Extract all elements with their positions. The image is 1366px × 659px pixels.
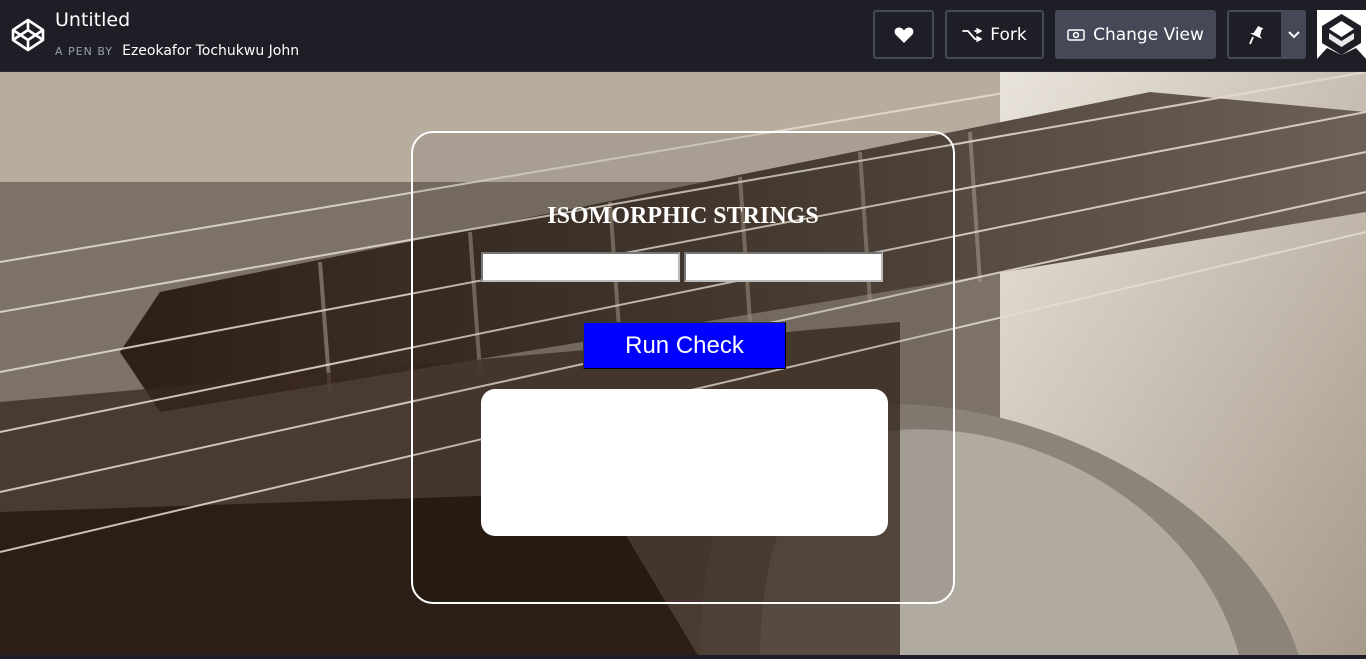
result-output-box bbox=[481, 389, 888, 536]
app-title: ISOMORPHIC STRINGS bbox=[547, 203, 819, 229]
pen-author-link[interactable]: Ezeokafor Tochukwu John bbox=[122, 43, 299, 59]
pen-by-label: A PEN BY bbox=[55, 45, 113, 58]
codepen-logo-icon[interactable] bbox=[10, 17, 46, 53]
fork-button[interactable]: Fork bbox=[945, 10, 1044, 59]
heart-button[interactable] bbox=[873, 10, 934, 59]
pin-dropdown-button[interactable] bbox=[1281, 10, 1306, 59]
fork-icon bbox=[962, 27, 983, 42]
pin-icon bbox=[1249, 25, 1264, 44]
eye-icon bbox=[1067, 28, 1085, 41]
isomorphic-card: ISOMORPHIC STRINGS Run Check bbox=[411, 131, 955, 604]
first-string-input[interactable] bbox=[481, 252, 680, 282]
pen-title[interactable]: Untitled bbox=[55, 9, 130, 31]
change-view-button[interactable]: Change View bbox=[1055, 10, 1216, 59]
bottom-strip bbox=[0, 655, 1366, 659]
change-view-label: Change View bbox=[1093, 24, 1204, 45]
fork-button-label: Fork bbox=[990, 24, 1027, 45]
chevron-down-icon bbox=[1287, 30, 1300, 38]
user-avatar[interactable] bbox=[1317, 10, 1366, 59]
codepen-header: Untitled A PEN BY Ezeokafor Tochukwu Joh… bbox=[0, 0, 1366, 72]
second-string-input[interactable] bbox=[684, 252, 883, 282]
pen-byline: A PEN BY Ezeokafor Tochukwu John bbox=[55, 40, 299, 59]
preview-area: ISOMORPHIC STRINGS Run Check bbox=[0, 72, 1366, 659]
heart-icon bbox=[894, 27, 913, 43]
run-check-button[interactable]: Run Check bbox=[583, 322, 786, 369]
codepen-avatar-icon bbox=[1317, 10, 1366, 59]
pin-button[interactable] bbox=[1227, 10, 1283, 59]
